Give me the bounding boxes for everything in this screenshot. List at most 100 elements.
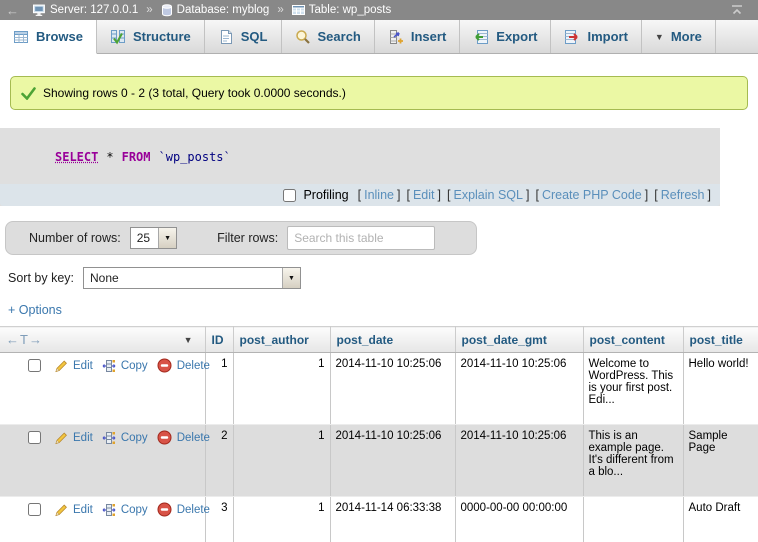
- collapse-panel-icon[interactable]: [730, 4, 744, 16]
- tab-more[interactable]: ▼ More: [642, 20, 716, 53]
- query-tools-bar: Profiling [Inline] [Edit] [Explain SQL] …: [0, 184, 720, 206]
- row-actions-cell: Edit Copy Delete: [0, 497, 205, 542]
- tab-browse[interactable]: Browse: [0, 20, 97, 54]
- breadcrumb-table-label: Table: wp_posts: [309, 4, 391, 16]
- breadcrumb-table[interactable]: Table: wp_posts: [292, 4, 391, 16]
- profiling-checkbox[interactable]: [283, 189, 296, 202]
- tab-insert[interactable]: Insert: [375, 20, 460, 53]
- delete-row-link[interactable]: Delete: [177, 432, 210, 444]
- cell-post-author: 1: [233, 497, 330, 542]
- row-checkbox[interactable]: [28, 359, 41, 372]
- browse-icon: [13, 29, 29, 45]
- column-header-post-title[interactable]: post_title: [683, 327, 758, 353]
- row-actions-cell: Edit Copy Delete: [0, 353, 205, 425]
- tab-search[interactable]: Search: [282, 20, 375, 53]
- tab-structure[interactable]: Structure: [97, 20, 205, 53]
- sql-table-name: `wp_posts`: [159, 150, 231, 164]
- breadcrumb-database[interactable]: Database: myblog: [161, 4, 270, 17]
- sql-keyword-select[interactable]: SELECT: [55, 150, 98, 164]
- row-actions-cell: Edit Copy Delete: [0, 425, 205, 497]
- tab-strip: Browse Structure SQL Search Insert Expor…: [0, 20, 758, 54]
- edit-query-link[interactable]: Edit: [413, 188, 435, 202]
- refresh-link[interactable]: Refresh: [661, 188, 705, 202]
- filter-rows-input[interactable]: [287, 226, 435, 250]
- database-icon: [161, 4, 173, 17]
- edit-row-link[interactable]: Edit: [73, 432, 93, 444]
- phpmyadmin-window: ← Server: 127.0.0.1 » Database: myblog »…: [0, 0, 758, 542]
- number-of-rows-select[interactable]: 25 ▼: [130, 227, 177, 249]
- sort-by-key-value: None: [84, 268, 127, 288]
- search-icon: [295, 29, 311, 45]
- sql-keyword-from: FROM: [122, 150, 151, 164]
- back-arrow-icon[interactable]: ←: [6, 3, 28, 18]
- copy-icon: [102, 431, 116, 445]
- column-header-id[interactable]: ID: [205, 327, 233, 353]
- sql-query-text: SELECT * FROM `wp_posts`: [0, 128, 720, 184]
- cell-post-title: Auto Draft: [683, 497, 758, 542]
- edit-row-link[interactable]: Edit: [73, 504, 93, 516]
- cell-post-date-gmt: 2014-11-10 10:25:06: [455, 353, 583, 425]
- cell-post-date-gmt: 2014-11-10 10:25:06: [455, 425, 583, 497]
- copy-row-link[interactable]: Copy: [121, 504, 148, 516]
- cell-post-date: 2014-11-10 10:25:06: [330, 353, 455, 425]
- copy-row-link[interactable]: Copy: [121, 432, 148, 444]
- breadcrumb-database-label: Database: myblog: [177, 4, 270, 16]
- export-icon: [473, 29, 489, 45]
- sort-by-key-label: Sort by key:: [8, 271, 74, 285]
- column-header-post-author[interactable]: post_author: [233, 327, 330, 353]
- row-checkbox[interactable]: [28, 431, 41, 444]
- tab-structure-label: Structure: [133, 29, 191, 44]
- sort-by-key-row: Sort by key: None ▼: [8, 267, 758, 289]
- cell-post-content: [583, 497, 683, 542]
- copy-icon: [102, 359, 116, 373]
- status-message: Showing rows 0 - 2 (3 total, Query took …: [10, 76, 748, 110]
- create-php-code-link[interactable]: Create PHP Code: [542, 188, 642, 202]
- rows-filter-bar: Number of rows: 25 ▼ Filter rows:: [5, 221, 477, 255]
- tab-export[interactable]: Export: [460, 20, 551, 53]
- cell-post-author: 1: [233, 353, 330, 425]
- tab-insert-label: Insert: [411, 29, 446, 44]
- column-header-post-date[interactable]: post_date: [330, 327, 455, 353]
- cell-post-date-gmt: 0000-00-00 00:00:00: [455, 497, 583, 542]
- column-header-post-content[interactable]: post_content: [583, 327, 683, 353]
- bracket: [: [535, 188, 538, 202]
- table-header-row: ←T→ ▼ ID post_author post_date post_date…: [0, 327, 758, 353]
- insert-icon: [388, 29, 404, 45]
- bracket: ]: [708, 188, 711, 202]
- copy-row-link[interactable]: Copy: [121, 360, 148, 372]
- bracket: ]: [645, 188, 648, 202]
- edit-row-link[interactable]: Edit: [73, 360, 93, 372]
- column-header-post-date-gmt[interactable]: post_date_gmt: [455, 327, 583, 353]
- tab-export-label: Export: [496, 29, 537, 44]
- tab-sql[interactable]: SQL: [205, 20, 282, 53]
- breadcrumb-server[interactable]: Server: 127.0.0.1: [33, 4, 138, 17]
- row-checkbox[interactable]: [28, 503, 41, 516]
- delete-icon: [157, 502, 172, 517]
- dropdown-arrow-icon: ▼: [158, 228, 176, 248]
- delete-row-link[interactable]: Delete: [177, 504, 210, 516]
- header-dropdown-icon[interactable]: ▼: [184, 335, 193, 345]
- success-check-icon: [21, 87, 36, 100]
- explain-sql-link[interactable]: Explain SQL: [453, 188, 522, 202]
- status-message-text: Showing rows 0 - 2 (3 total, Query took …: [43, 86, 346, 100]
- bracket: ]: [438, 188, 441, 202]
- actions-header-cell: ←T→ ▼: [0, 327, 205, 353]
- number-of-rows-value: 25: [131, 228, 158, 248]
- bracket: [: [654, 188, 657, 202]
- cell-post-date: 2014-11-10 10:25:06: [330, 425, 455, 497]
- tab-import[interactable]: Import: [551, 20, 641, 53]
- pencil-icon: [54, 431, 68, 445]
- cell-post-title: Hello world!: [683, 353, 758, 425]
- bracket: ]: [397, 188, 400, 202]
- breadcrumb-separator: »: [146, 4, 152, 16]
- filter-rows-label: Filter rows:: [217, 231, 278, 245]
- sql-star: *: [106, 150, 113, 164]
- delete-row-link[interactable]: Delete: [177, 360, 210, 372]
- column-resize-icon[interactable]: ←T→: [6, 332, 43, 347]
- inline-link[interactable]: Inline: [364, 188, 394, 202]
- options-toggle-link[interactable]: + Options: [8, 303, 62, 317]
- dropdown-arrow-icon: ▼: [282, 268, 300, 288]
- sort-by-key-select[interactable]: None ▼: [83, 267, 301, 289]
- results-table: ←T→ ▼ ID post_author post_date post_date…: [0, 326, 758, 542]
- pencil-icon: [54, 359, 68, 373]
